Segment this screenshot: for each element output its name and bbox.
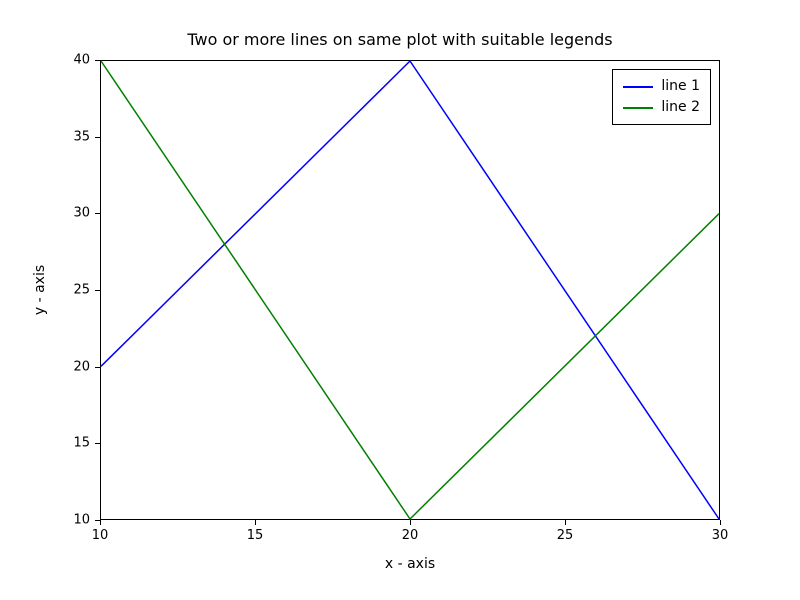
x-tick-label: 15 [247, 528, 264, 543]
legend-item-2: line 2 [623, 97, 700, 118]
y-tick-mark [95, 137, 100, 138]
x-tick-mark [565, 520, 566, 525]
y-tick-label: 25 [60, 283, 90, 298]
x-tick-label: 10 [92, 528, 109, 543]
x-tick-label: 30 [712, 528, 729, 543]
x-tick-label: 25 [557, 528, 574, 543]
line-1 [101, 61, 719, 519]
y-tick-mark [95, 290, 100, 291]
chart-lines [101, 61, 719, 519]
legend-label-1: line 1 [661, 76, 700, 97]
y-tick-mark [95, 213, 100, 214]
y-tick-label: 15 [60, 436, 90, 451]
x-axis-label: x - axis [100, 556, 720, 572]
y-tick-mark [95, 60, 100, 61]
x-tick-mark [410, 520, 411, 525]
x-tick-label: 20 [402, 528, 419, 543]
y-tick-mark [95, 443, 100, 444]
x-tick-mark [720, 520, 721, 525]
chart-title: Two or more lines on same plot with suit… [0, 30, 800, 49]
y-axis-label: y - axis [30, 60, 50, 520]
y-tick-mark [95, 367, 100, 368]
legend-item-1: line 1 [623, 76, 700, 97]
legend-label-2: line 2 [661, 97, 700, 118]
legend-swatch-1 [623, 86, 653, 88]
y-tick-mark [95, 520, 100, 521]
plot-area: line 1 line 2 [100, 60, 720, 520]
line-2 [101, 61, 719, 519]
y-tick-label: 10 [60, 513, 90, 528]
y-tick-label: 20 [60, 359, 90, 374]
x-tick-mark [255, 520, 256, 525]
y-tick-label: 35 [60, 129, 90, 144]
x-tick-mark [100, 520, 101, 525]
y-tick-label: 30 [60, 206, 90, 221]
y-tick-label: 40 [60, 53, 90, 68]
legend-swatch-2 [623, 107, 653, 109]
legend: line 1 line 2 [612, 69, 711, 125]
